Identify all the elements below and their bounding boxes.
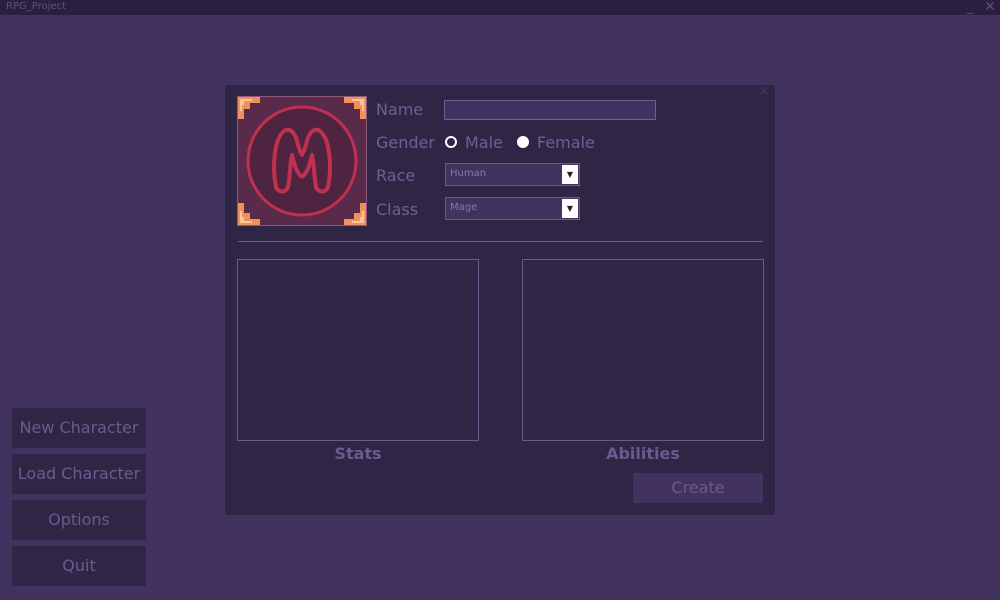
stats-title: Stats (334, 444, 382, 463)
radio-unselected-icon (517, 136, 529, 148)
minimize-button[interactable]: _ (962, 0, 978, 15)
abilities-title: Abilities (606, 444, 680, 463)
gender-label: Gender (376, 133, 435, 152)
stats-box (237, 259, 479, 441)
options-button[interactable]: Options (12, 500, 146, 540)
panel-close-icon[interactable]: ✕ (757, 85, 771, 99)
name-label: Name (376, 100, 424, 119)
chevron-down-icon[interactable]: ▼ (562, 199, 578, 218)
divider (238, 241, 763, 242)
new-character-button[interactable]: New Character (12, 408, 146, 448)
chevron-down-icon[interactable]: ▼ (562, 165, 578, 184)
radio-selected-icon (445, 136, 457, 148)
class-select[interactable]: Mage ▼ (445, 197, 580, 220)
race-select[interactable]: Human ▼ (445, 163, 580, 186)
gender-male-label: Male (465, 132, 503, 152)
race-label: Race (376, 166, 416, 185)
gender-female-label: Female (537, 132, 595, 152)
class-selected-value: Mage (450, 202, 478, 213)
gender-male-radio[interactable]: Male (445, 132, 503, 152)
close-window-button[interactable]: ✕ (982, 0, 998, 15)
quit-button[interactable]: Quit (12, 546, 146, 586)
character-creation-panel: ✕ Name Gender Male Female Race Human ▼ C… (225, 85, 775, 515)
race-selected-value: Human (450, 168, 487, 179)
window-title: RPG_Project (6, 1, 66, 12)
gender-female-radio[interactable]: Female (517, 132, 595, 152)
class-label: Class (376, 200, 419, 219)
portrait[interactable] (237, 96, 367, 226)
title-bar: RPG_Project _ ✕ (0, 0, 1000, 15)
abilities-box (522, 259, 764, 441)
load-character-button[interactable]: Load Character (12, 454, 146, 494)
name-input[interactable] (444, 100, 656, 120)
mage-m-emblem-icon (238, 97, 366, 225)
create-button[interactable]: Create (633, 473, 763, 503)
